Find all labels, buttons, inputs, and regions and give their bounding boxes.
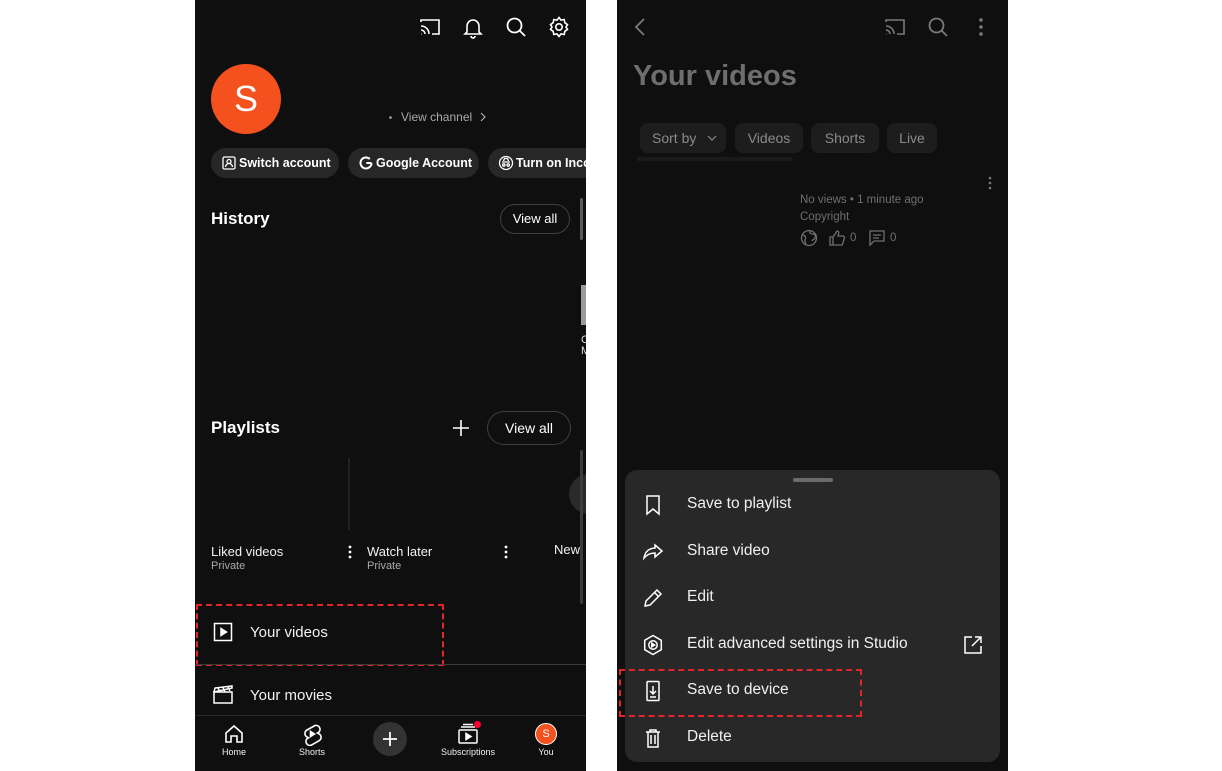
account-screen: S View channel Switch account Google Acc… [195, 0, 586, 771]
history-view-all-button[interactable]: View all [500, 204, 570, 234]
switch-account-icon [221, 155, 237, 171]
incognito-button[interactable]: Turn on Inco [488, 148, 586, 178]
chevron-down-icon [707, 134, 717, 142]
playlist-privacy: Private [211, 560, 246, 572]
nav-label: Shorts [298, 747, 325, 757]
share-video-item[interactable]: Share video [625, 529, 1000, 575]
pencil-icon [641, 586, 665, 610]
more-vert-icon[interactable] [344, 544, 356, 560]
edit-advanced-settings-item[interactable]: Edit advanced settings in Studio [625, 622, 1000, 668]
sort-by-chip[interactable]: Sort by [640, 123, 726, 153]
thumbs-up-icon [828, 229, 846, 247]
nav-label: Subscriptions [440, 747, 496, 757]
delete-item[interactable]: Delete [625, 715, 1000, 761]
back-arrow-icon[interactable] [629, 15, 653, 39]
nav-home[interactable]: Home [204, 720, 264, 768]
pill-label: Turn on Inco [516, 156, 586, 170]
switch-account-button[interactable]: Switch account [211, 148, 339, 178]
subscriptions-icon [456, 721, 481, 746]
playlists-title: Playlists [211, 418, 280, 437]
studio-hexagon-icon [641, 633, 665, 657]
divider [195, 664, 586, 665]
videos-chip[interactable]: Videos [735, 123, 803, 153]
nav-shorts[interactable]: Shorts [282, 720, 342, 768]
google-account-button[interactable]: Google Account [348, 148, 479, 178]
nav-you[interactable]: S You [516, 720, 576, 768]
item-label: Delete [687, 728, 732, 745]
plus-icon[interactable] [449, 416, 473, 440]
notification-dot [474, 721, 481, 728]
cast-icon[interactable] [883, 15, 907, 39]
edit-item[interactable]: Edit [625, 575, 1000, 621]
item-label: Edit [687, 588, 714, 605]
live-chip[interactable]: Live [887, 123, 937, 153]
history-title: History [211, 209, 270, 228]
like-count: 0 [850, 232, 857, 244]
search-icon[interactable] [926, 15, 950, 39]
video-status: Copyright [800, 211, 850, 223]
trash-icon [641, 726, 665, 750]
page-title: Your videos [633, 60, 797, 92]
pill-label: Google Account [376, 156, 473, 170]
bell-icon[interactable] [461, 15, 485, 39]
more-vert-icon[interactable] [500, 544, 512, 560]
action-sheet: Save to playlist Share video Edit Edit a… [625, 470, 1000, 762]
video-meta: No views • 1 minute ago [800, 194, 924, 206]
item-label: Save to playlist [687, 495, 792, 512]
chip-label: Sort by [652, 130, 697, 146]
share-icon [641, 540, 665, 564]
playlist-title[interactable]: Watch later [367, 544, 432, 559]
history-peek-text: C M [581, 334, 586, 357]
playlist-title[interactable]: Liked videos [211, 544, 283, 559]
playlists-view-all-button[interactable]: View all [487, 411, 571, 445]
comment-count: 0 [890, 232, 897, 244]
chevron-right-icon [479, 112, 487, 122]
create-plus-icon [378, 727, 402, 751]
external-link-icon [961, 633, 985, 657]
google-g-icon [358, 155, 374, 171]
playlist-privacy: Private [367, 560, 402, 572]
new-playlist-circle[interactable] [569, 474, 586, 514]
tab-underline [637, 157, 792, 161]
highlight-box [196, 604, 444, 666]
pill-label: Switch account [239, 156, 331, 170]
avatar-icon: S [535, 723, 557, 745]
nav-label: Home [221, 747, 246, 757]
nav-subscriptions[interactable]: Subscriptions [438, 720, 498, 768]
history-thumbnail-peek[interactable]: C M [581, 245, 586, 385]
item-label: Share video [687, 542, 770, 559]
globe-icon [800, 229, 818, 247]
your-videos-screen: Your videos Sort by Videos Shorts Live N… [617, 0, 1008, 771]
home-icon [222, 722, 246, 746]
profile-avatar[interactable]: S [211, 64, 281, 134]
incognito-icon [498, 155, 514, 171]
clapperboard-icon [211, 683, 235, 707]
view-channel-link[interactable]: View channel [401, 110, 472, 124]
shorts-chip[interactable]: Shorts [811, 123, 879, 153]
more-vert-icon[interactable] [969, 15, 993, 39]
thumbnail-edge [348, 458, 350, 530]
playlist-title[interactable]: New [554, 542, 580, 557]
comment-icon [868, 229, 886, 247]
save-to-playlist-item[interactable]: Save to playlist [625, 482, 1000, 528]
highlight-box [619, 669, 862, 717]
scrollbar[interactable] [580, 198, 583, 240]
more-vert-icon[interactable] [987, 176, 993, 190]
cast-icon[interactable] [418, 15, 442, 39]
nav-label: You [538, 747, 554, 757]
your-movies-row[interactable]: Your movies [195, 670, 586, 716]
row-label: Your movies [250, 687, 332, 704]
dot-separator [388, 115, 393, 120]
shorts-icon [300, 722, 324, 746]
video-item[interactable]: No views • 1 minute ago Copyright 0 0 [617, 170, 1008, 260]
item-label: Edit advanced settings in Studio [687, 635, 908, 652]
gear-icon[interactable] [547, 15, 571, 39]
search-icon[interactable] [504, 15, 528, 39]
bookmark-icon [641, 493, 665, 517]
create-button[interactable] [373, 722, 407, 756]
bottom-nav: Home Shorts Subscriptions S You [195, 715, 586, 771]
scrollbar[interactable] [580, 450, 583, 604]
